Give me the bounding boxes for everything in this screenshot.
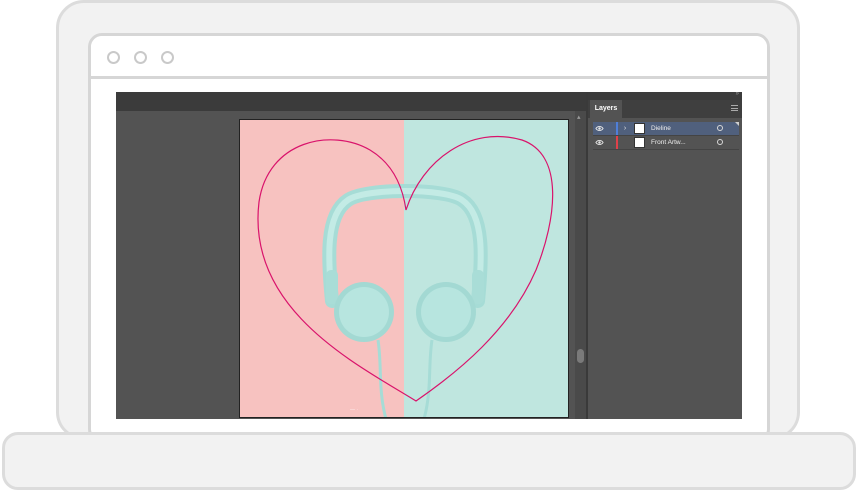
layer-thumbnail — [634, 123, 645, 134]
laptop-base — [2, 432, 856, 490]
panel-header: » — [588, 92, 742, 100]
artwork-illustration — [257, 135, 554, 417]
eye-icon[interactable] — [595, 124, 604, 133]
hamburger-menu-icon[interactable] — [731, 105, 738, 111]
panel-tab-bar: Layers — [588, 100, 742, 118]
chevron-right-icon[interactable] — [621, 136, 629, 149]
window-dot-icon[interactable] — [161, 51, 174, 64]
tab-layers[interactable]: Layers — [590, 100, 622, 118]
double-chevron-right-icon[interactable]: » — [736, 92, 740, 97]
dieline-heart[interactable] — [257, 135, 554, 402]
canvas-area[interactable]: — · — [116, 111, 586, 419]
target-circle-icon[interactable] — [717, 125, 723, 131]
layer-name[interactable]: Front Artw... — [651, 136, 686, 149]
layer-color-swatch — [616, 136, 618, 149]
illustrator-app: — · ▴ » Layers › Dieline Front Artw... — [116, 92, 742, 419]
window-dot-icon[interactable] — [107, 51, 120, 64]
layers-panel: » Layers › Dieline Front Artw... — [588, 92, 742, 419]
target-circle-icon[interactable] — [717, 139, 723, 145]
layer-color-swatch — [616, 122, 618, 135]
scroll-up-arrow-icon[interactable]: ▴ — [577, 114, 581, 121]
window-dot-icon[interactable] — [134, 51, 147, 64]
eye-icon[interactable] — [595, 138, 604, 147]
selected-art-corner-icon — [735, 122, 739, 126]
layer-row-front-artwork[interactable]: Front Artw... — [593, 136, 739, 149]
layer-row-dieline[interactable]: › Dieline — [593, 122, 739, 135]
browser-title-bar — [91, 36, 767, 79]
layer-name[interactable]: Dieline — [651, 122, 671, 135]
layer-thumbnail — [634, 137, 645, 148]
scrollbar-thumb[interactable] — [577, 349, 584, 363]
headphones-image — [322, 184, 488, 417]
row-divider — [593, 149, 739, 150]
chevron-right-icon[interactable]: › — [621, 122, 629, 135]
artboard-label: — · — [350, 407, 359, 413]
vertical-scrollbar[interactable]: ▴ — [575, 111, 586, 419]
artboard[interactable]: — · — [239, 119, 569, 418]
